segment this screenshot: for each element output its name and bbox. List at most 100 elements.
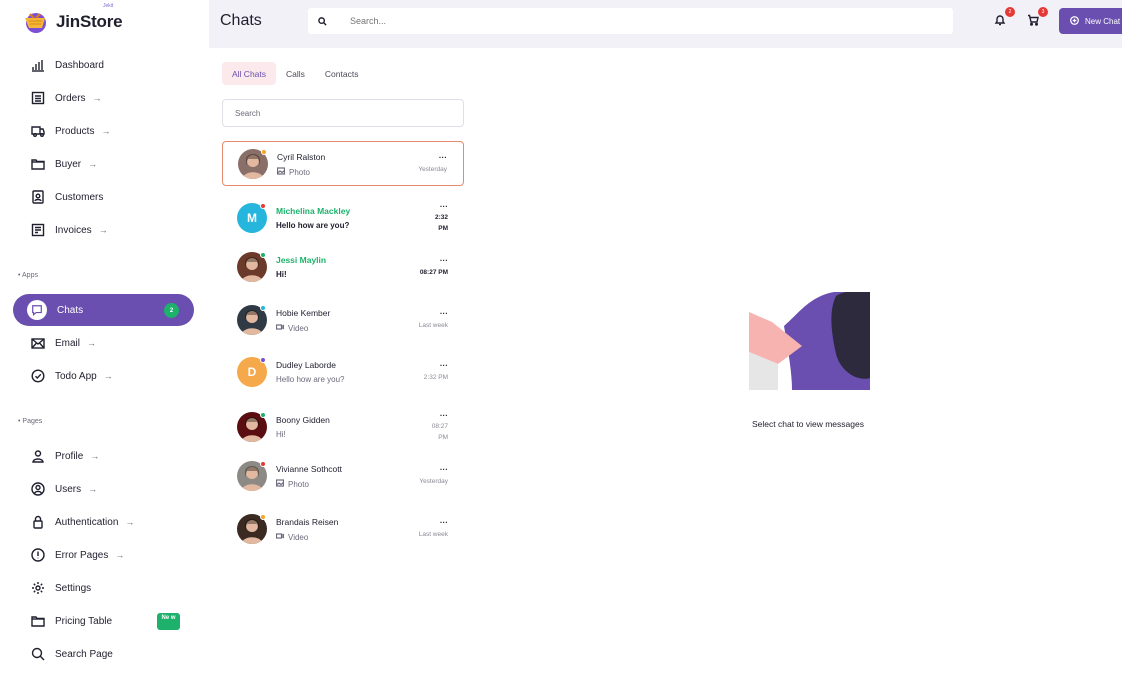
- chat-list-item[interactable]: M Michelina Mackley Hello how are you?... 2…: [222, 196, 464, 241]
- chat-list-item[interactable]: Brandais Reisen Video... Last week: [222, 507, 464, 552]
- image-icon: [275, 479, 285, 489]
- chat-list-item[interactable]: Boony Gidden Hi!... 08:27 PM: [222, 405, 464, 450]
- sidebar-item-profile[interactable]: Profile →: [13, 440, 194, 472]
- brand-tag: Jekit: [103, 3, 114, 9]
- chat-timestamp: 2:32 PM: [435, 212, 448, 234]
- brand[interactable]: JinStore: [22, 9, 123, 35]
- sidebar-item-todo-app[interactable]: Todo App →: [13, 360, 194, 392]
- cart-count-badge: 3: [1038, 7, 1048, 17]
- online-status-dot: [260, 412, 266, 418]
- tab-calls[interactable]: Calls: [276, 62, 315, 85]
- chat-list-item[interactable]: Vivianne Sothcott Photo... Yesterday: [222, 454, 464, 499]
- search-icon: [31, 647, 45, 661]
- sidebar-item-customers[interactable]: Customers: [13, 181, 194, 213]
- chat-contact-name: Vivianne Sothcott: [276, 464, 342, 474]
- empty-state-message: Select chat to view messages: [752, 419, 864, 429]
- sidebar-item-dashboard[interactable]: Dashboard: [13, 49, 194, 81]
- chat-timestamp: 08:27 PM: [432, 421, 448, 443]
- chat-last-message-text: Hello how are you?: [276, 221, 350, 230]
- arrow-right-icon: →: [87, 338, 97, 348]
- sidebar-item-pricing-table[interactable]: Pricing Table Ne w: [13, 605, 194, 637]
- chat-last-message: Video: [275, 323, 309, 333]
- online-status-dot: [260, 203, 266, 209]
- sidebar-item-buyer[interactable]: Buyer →: [13, 148, 194, 180]
- sidebar-item-label: Settings: [55, 582, 92, 594]
- chat-last-message-text: Hi!: [276, 430, 286, 439]
- more-options-icon[interactable]: ...: [439, 151, 447, 160]
- chat-timestamp-line: 2:32: [434, 214, 448, 221]
- chat-list-item[interactable]: Cyril Ralston Photo... Yesterday: [222, 141, 464, 186]
- arrow-right-icon: →: [88, 159, 98, 169]
- global-search[interactable]: [308, 8, 953, 34]
- sidebar-item-label: Email: [55, 337, 81, 349]
- new-badge: Ne w: [157, 613, 180, 630]
- sidebar-item-authentication[interactable]: Authentication →: [13, 506, 194, 538]
- sidebar-item-label: Chats: [57, 304, 84, 316]
- page-title: Chats: [220, 12, 262, 29]
- chat-list-item[interactable]: Hobie Kember Video... Last week: [222, 298, 464, 343]
- more-options-icon[interactable]: ...: [440, 359, 448, 368]
- chat-search-input[interactable]: Search: [222, 99, 464, 127]
- chat-timestamp: 2:32 PM: [423, 374, 448, 381]
- sidebar-item-label: Users: [55, 483, 82, 495]
- user-icon: [31, 449, 45, 463]
- arrow-right-icon: →: [103, 371, 113, 381]
- chat-last-message: Photo: [276, 167, 310, 177]
- arrow-right-icon: →: [115, 550, 125, 560]
- chat-last-message: Hi!: [276, 270, 287, 279]
- chat-list-item[interactable]: Jessi Maylin Hi!... 08:27 PM: [222, 245, 464, 290]
- cart-icon: [1027, 13, 1039, 30]
- arrow-right-icon: →: [98, 225, 108, 235]
- folder-icon: [31, 157, 45, 171]
- arrow-right-icon: →: [92, 93, 102, 103]
- more-options-icon[interactable]: ...: [440, 254, 448, 263]
- user-circle-icon: [31, 482, 45, 496]
- tab-all-chats[interactable]: All Chats: [222, 62, 277, 85]
- sidebar-item-orders[interactable]: Orders →: [13, 82, 194, 114]
- more-options-icon[interactable]: ...: [440, 516, 448, 525]
- more-options-icon[interactable]: ...: [440, 409, 448, 418]
- sidebar-item-label: Orders: [55, 92, 86, 104]
- chat-list-item[interactable]: D Dudley Laborde Hello how are you?... 2:32…: [222, 350, 464, 395]
- sidebar-item-search-page[interactable]: Search Page: [13, 638, 194, 670]
- chat-timestamp-line: PM: [438, 225, 448, 232]
- arrow-right-icon: →: [88, 484, 98, 494]
- chat-last-message-text: Photo: [289, 167, 310, 177]
- chat-timestamp-line: PM: [438, 434, 448, 441]
- sidebar-item-error-pages[interactable]: Error Pages →: [13, 539, 194, 571]
- sidebar-item-users[interactable]: Users →: [13, 473, 194, 505]
- arrow-right-icon: →: [125, 517, 135, 527]
- chat-last-message-text: Video: [288, 323, 309, 333]
- sidebar-item-label: Error Pages: [55, 549, 109, 561]
- contact-icon: [31, 190, 45, 204]
- sidebar-item-email[interactable]: Email →: [13, 327, 194, 359]
- video-icon: [275, 323, 285, 333]
- online-status-dot: [260, 461, 266, 467]
- sidebar-item-settings[interactable]: Settings: [13, 572, 194, 604]
- chat-contact-name: Boony Gidden: [276, 415, 330, 425]
- cart-button[interactable]: 3: [1027, 7, 1048, 30]
- sidebar-item-label: Products: [55, 125, 95, 137]
- invoice-icon: [31, 223, 45, 237]
- new-chat-button[interactable]: New Chat: [1059, 8, 1122, 34]
- sidebar-item-invoices[interactable]: Invoices →: [13, 214, 194, 246]
- sidebar-item-chats[interactable]: Chats 2: [13, 294, 194, 326]
- chat-tabs: All Chats Calls Contacts: [222, 62, 368, 85]
- chat-last-message: Photo: [275, 479, 309, 489]
- global-search-input[interactable]: [350, 16, 910, 26]
- sidebar: JinStore Jekit Dashboard Orders → Produc…: [0, 0, 209, 683]
- lock-icon: [31, 515, 45, 529]
- online-status-dot: [260, 357, 266, 363]
- chat-contact-name: Cyril Ralston: [277, 152, 326, 162]
- more-options-icon[interactable]: ...: [440, 200, 448, 209]
- tab-contacts[interactable]: Contacts: [315, 62, 369, 85]
- sidebar-item-products[interactable]: Products →: [13, 115, 194, 147]
- notifications-button[interactable]: 2: [994, 7, 1015, 27]
- chat-contact-name: Michelina Mackley: [276, 206, 351, 216]
- empty-chat-illustration: [748, 291, 870, 390]
- list-icon: [31, 91, 45, 105]
- arrow-right-icon: →: [90, 451, 100, 461]
- more-options-icon[interactable]: ...: [440, 307, 448, 316]
- more-options-icon[interactable]: ...: [440, 463, 448, 472]
- chat-last-message: Hi!: [276, 430, 286, 439]
